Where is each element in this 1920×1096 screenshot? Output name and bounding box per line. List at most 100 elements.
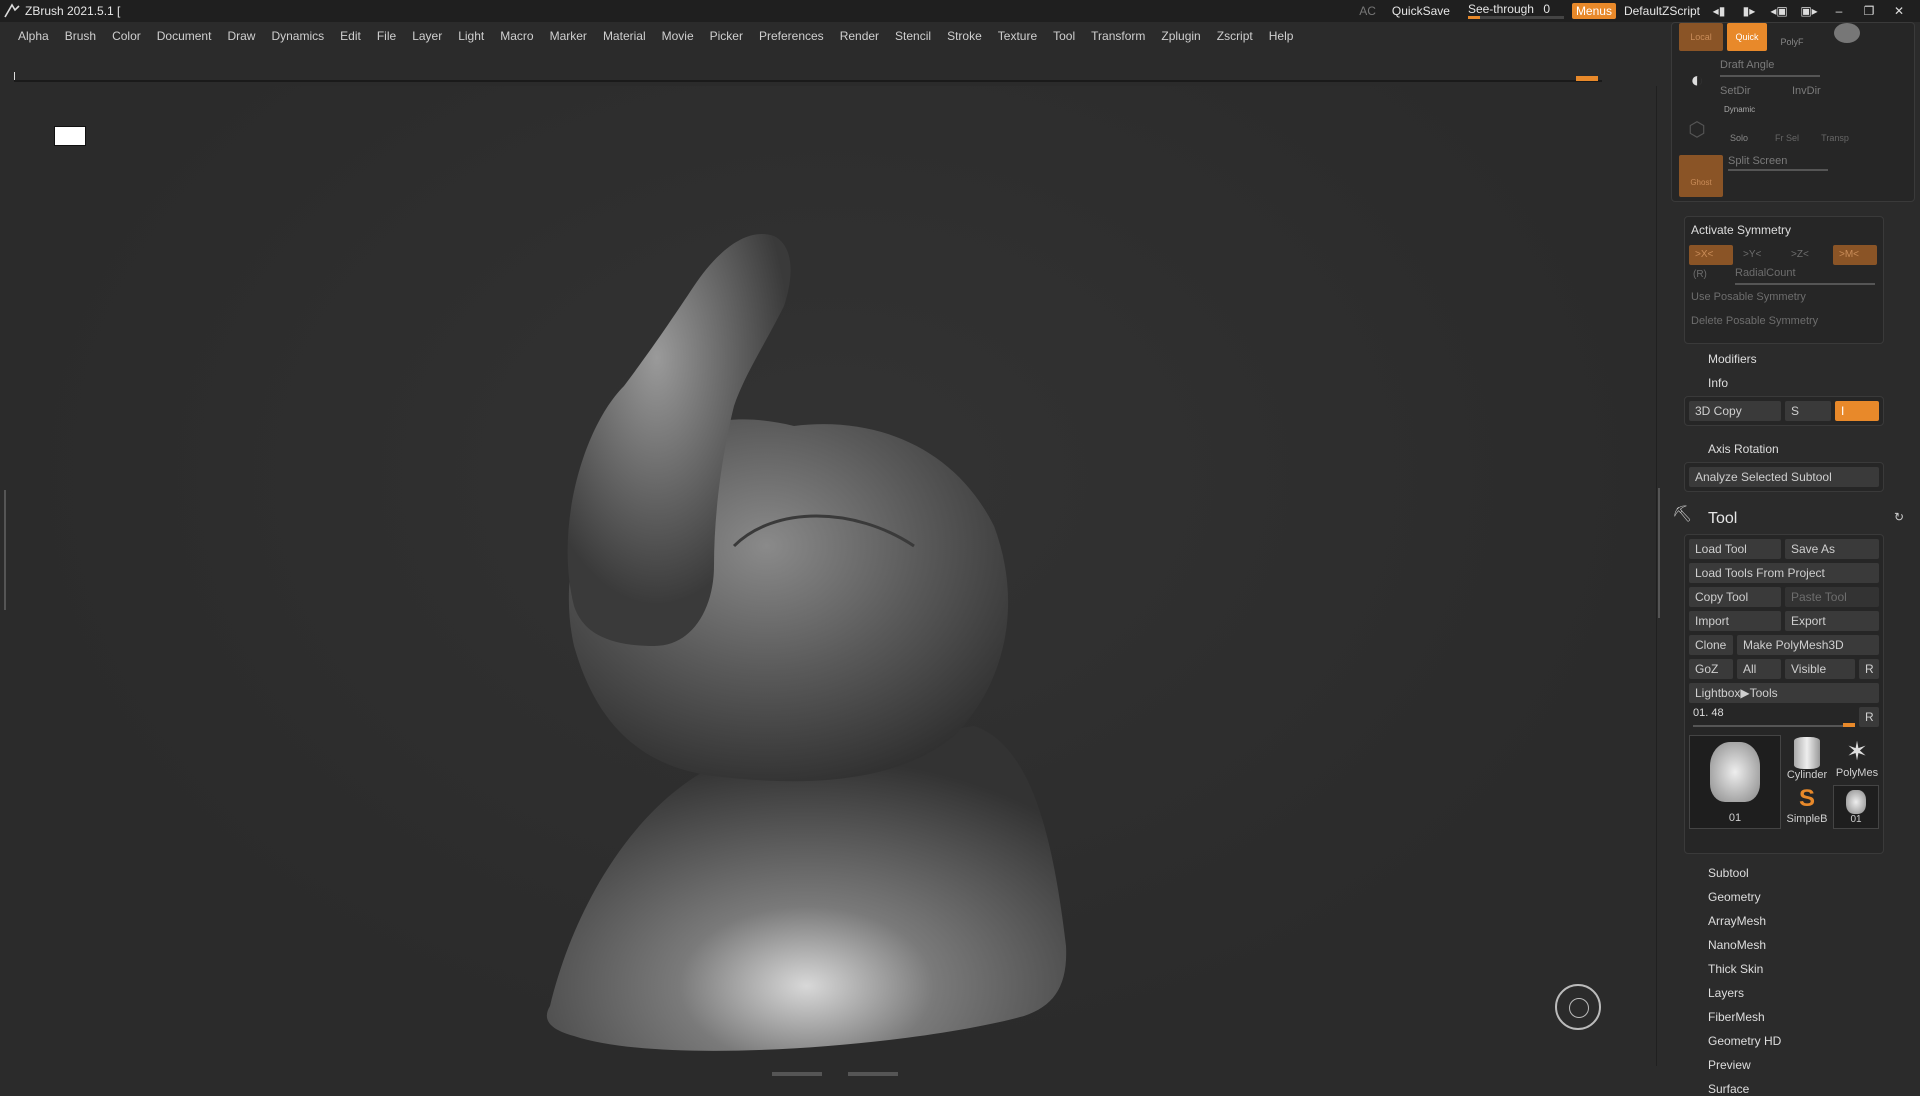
quicksave-button[interactable]: QuickSave (1392, 4, 1450, 18)
analyze-subtool-button[interactable]: Analyze Selected Subtool (1689, 467, 1879, 487)
layout-prev-icon[interactable]: ◂▮ (1708, 4, 1730, 18)
left-tray-handle[interactable] (4, 490, 9, 610)
menu-picker[interactable]: Picker (710, 29, 743, 43)
menu-transform[interactable]: Transform (1091, 29, 1145, 43)
menu-marker[interactable]: Marker (550, 29, 587, 43)
tool-slider-track[interactable] (1693, 725, 1853, 727)
copy-tool-button[interactable]: Copy Tool (1689, 587, 1781, 607)
menu-dynamics[interactable]: Dynamics (271, 29, 324, 43)
current-tool-thumbnail[interactable]: 01 (1689, 735, 1781, 829)
navigation-thumbnail[interactable] (54, 126, 86, 146)
menu-file[interactable]: File (377, 29, 396, 43)
ghost-button[interactable]: Ghost (1679, 155, 1723, 197)
surface-subpalette[interactable]: Surface (1708, 1082, 1749, 1096)
copy3d-button[interactable]: 3D Copy (1689, 401, 1781, 421)
cylinder-tool-thumbnail[interactable]: Cylinder (1783, 735, 1831, 783)
close-icon[interactable]: ✕ (1888, 4, 1910, 18)
goz-visible-button[interactable]: Visible (1785, 659, 1855, 679)
local-button[interactable]: Local (1679, 23, 1723, 51)
menu-preferences[interactable]: Preferences (759, 29, 824, 43)
delete-posable-symmetry-button[interactable]: Delete Posable Symmetry (1691, 315, 1818, 327)
small-tool-thumbnail[interactable]: 01 (1833, 785, 1879, 829)
menu-tool[interactable]: Tool (1053, 29, 1075, 43)
menu-stencil[interactable]: Stencil (895, 29, 931, 43)
paste-tool-button[interactable]: Paste Tool (1785, 587, 1879, 607)
menu-stroke[interactable]: Stroke (947, 29, 982, 43)
menu-zplugin[interactable]: Zplugin (1161, 29, 1200, 43)
menu-document[interactable]: Document (157, 29, 212, 43)
geometry-hd-subpalette[interactable]: Geometry HD (1708, 1034, 1781, 1048)
subtool-subpalette[interactable]: Subtool (1708, 866, 1749, 880)
floor-contrast-icon[interactable]: ◐ (1680, 63, 1714, 97)
goz-button[interactable]: GoZ (1689, 659, 1733, 679)
import-button[interactable]: Import (1689, 611, 1781, 631)
timeline-track[interactable] (14, 72, 1602, 82)
split-screen-button[interactable]: Split Screen (1728, 155, 1787, 167)
preview-subpalette[interactable]: Preview (1708, 1058, 1751, 1072)
layout-next-icon[interactable]: ▮▸ (1738, 4, 1760, 18)
menu-alpha[interactable]: Alpha (18, 29, 49, 43)
material-sphere-icon[interactable] (1834, 23, 1860, 43)
window-left-icon[interactable]: ◂▣ (1768, 4, 1790, 18)
geometry-subpalette[interactable]: Geometry (1708, 890, 1761, 904)
symmetry-x-button[interactable]: >X< (1689, 245, 1733, 265)
bottom-tray-handle[interactable] (772, 1070, 898, 1078)
menu-movie[interactable]: Movie (662, 29, 694, 43)
menu-draw[interactable]: Draw (227, 29, 255, 43)
menu-render[interactable]: Render (840, 29, 879, 43)
menu-help[interactable]: Help (1269, 29, 1294, 43)
default-zscript-button[interactable]: DefaultZScript (1624, 4, 1700, 18)
use-posable-symmetry-button[interactable]: Use Posable Symmetry (1691, 291, 1806, 303)
export-button[interactable]: Export (1785, 611, 1879, 631)
minimize-icon[interactable]: – (1828, 4, 1850, 18)
menu-layer[interactable]: Layer (412, 29, 442, 43)
lightbox-tools-button[interactable]: Lightbox▶Tools (1689, 683, 1879, 703)
fibermesh-subpalette[interactable]: FiberMesh (1708, 1010, 1765, 1024)
menu-macro[interactable]: Macro (500, 29, 533, 43)
arraymesh-subpalette[interactable]: ArrayMesh (1708, 914, 1766, 928)
draft-angle-track[interactable] (1720, 75, 1820, 77)
tool-palette-title[interactable]: Tool (1708, 510, 1737, 528)
make-polymesh3d-button[interactable]: Make PolyMesh3D (1737, 635, 1879, 655)
setdir-button[interactable]: SetDir (1720, 85, 1751, 97)
layers-subpalette[interactable]: Layers (1708, 986, 1744, 1000)
menus-toggle-button[interactable]: Menus (1571, 3, 1616, 19)
draft-angle-label[interactable]: Draft Angle (1720, 59, 1774, 71)
restore-icon[interactable]: ❐ (1858, 4, 1880, 18)
copy3d-s-button[interactable]: S (1785, 401, 1831, 421)
menu-material[interactable]: Material (603, 29, 646, 43)
nanomesh-subpalette[interactable]: NanoMesh (1708, 938, 1766, 952)
menu-zscript[interactable]: Zscript (1217, 29, 1253, 43)
symmetry-y-button[interactable]: >Y< (1737, 245, 1781, 265)
tool-slider-value[interactable]: 01. 48 (1693, 707, 1724, 719)
info-subpalette[interactable]: Info (1708, 376, 1728, 390)
goz-r-button[interactable]: R (1859, 659, 1879, 679)
polyf-button[interactable]: PolyF (1772, 37, 1812, 47)
tool-refresh-icon[interactable]: ↻ (1894, 510, 1904, 524)
goz-all-button[interactable]: All (1737, 659, 1781, 679)
activate-symmetry-button[interactable]: Activate Symmetry (1691, 223, 1791, 237)
frame-select-button[interactable]: Fr Sel (1772, 133, 1802, 143)
invdir-button[interactable]: InvDir (1792, 85, 1821, 97)
box-view-icon[interactable]: ⬡ (1684, 117, 1710, 143)
timeline-marker[interactable] (1576, 76, 1598, 81)
menu-color[interactable]: Color (112, 29, 141, 43)
copy3d-i-button[interactable]: I (1835, 401, 1879, 421)
radial-r-button[interactable]: (R) (1693, 269, 1707, 280)
menu-texture[interactable]: Texture (998, 29, 1037, 43)
tool-slider-r-button[interactable]: R (1859, 707, 1879, 727)
window-right-icon[interactable]: ▣▸ (1798, 4, 1820, 18)
navigation-orbit-icon[interactable] (1555, 984, 1601, 1030)
document-canvas[interactable] (14, 86, 1656, 1066)
clone-button[interactable]: Clone (1689, 635, 1733, 655)
axis-rotation-subpalette[interactable]: Axis Rotation (1708, 442, 1779, 456)
ac-toggle[interactable]: AC (1359, 4, 1376, 18)
load-tools-from-project-button[interactable]: Load Tools From Project (1689, 563, 1879, 583)
quick-button[interactable]: Quick (1727, 23, 1767, 51)
symmetry-m-button[interactable]: >M< (1833, 245, 1877, 265)
save-as-button[interactable]: Save As (1785, 539, 1879, 559)
radial-count-slider[interactable]: RadialCount (1735, 267, 1796, 279)
transp-button[interactable]: Transp (1817, 133, 1853, 143)
polymesh-tool-thumbnail[interactable]: ✶ PolyMes (1833, 735, 1881, 783)
load-tool-button[interactable]: Load Tool (1689, 539, 1781, 559)
